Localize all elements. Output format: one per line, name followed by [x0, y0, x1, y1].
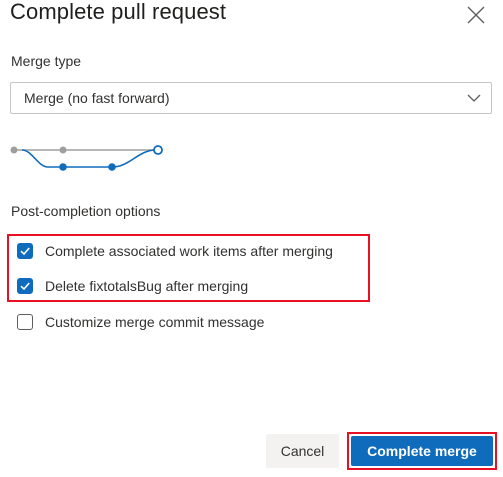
merge-graph-icon: [10, 145, 163, 171]
cancel-button[interactable]: Cancel: [266, 434, 339, 468]
checkbox-customize-message[interactable]: [17, 314, 33, 330]
merge-type-label: Merge type: [11, 53, 82, 69]
merge-type-value: Merge (no fast forward): [24, 90, 170, 106]
close-icon: [467, 6, 485, 24]
highlight-box: [7, 234, 370, 302]
merge-type-dropdown[interactable]: Merge (no fast forward): [10, 82, 492, 114]
dialog-title: Complete pull request: [10, 0, 227, 24]
complete-merge-button[interactable]: Complete merge: [351, 436, 493, 466]
complete-pull-request-dialog: Complete pull request Merge type Merge (…: [0, 0, 503, 477]
complete-merge-highlight: Complete merge: [347, 432, 497, 470]
close-button[interactable]: [465, 4, 487, 26]
option-label: Customize merge commit message: [45, 314, 265, 330]
post-completion-label: Post-completion options: [11, 203, 161, 219]
chevron-down-icon: [467, 94, 481, 102]
